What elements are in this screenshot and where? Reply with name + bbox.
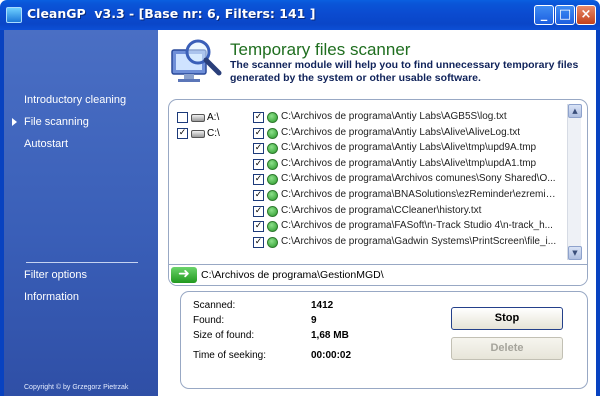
file-path: C:\Archivos de programa\Antiy Labs\Alive… — [281, 157, 537, 169]
file-checkbox[interactable]: ✓ — [253, 189, 264, 201]
sidebar-separator — [26, 262, 138, 263]
drive-list: A:\ ✓ C:\ — [177, 110, 249, 142]
sidebar-item-filter-options[interactable]: Filter options — [24, 269, 87, 281]
file-row[interactable]: ✓ C:\Archivos de programa\FASoft\n-Track … — [253, 219, 559, 235]
file-row[interactable]: ✓ C:\Archivos de programa\Antiy Labs\Aliv… — [253, 157, 559, 173]
file-checkbox[interactable]: ✓ — [253, 174, 264, 186]
file-row[interactable]: ✓ C:\Archivos de programa\Antiy Labs\Aliv… — [253, 141, 559, 157]
found-label: Found: — [193, 315, 225, 326]
active-arrow-icon — [12, 118, 17, 126]
file-path: C:\Archivos de programa\CCleaner\history… — [281, 204, 482, 216]
file-path: C:\Archivos de programa\Antiy Labs\AGB5S… — [281, 111, 507, 122]
file-path: C:\Archivos de programa\FASoft\n-Track S… — [281, 220, 553, 232]
size-value: 1,68 MB — [311, 330, 349, 341]
time-label: Time of seeking: — [193, 350, 266, 361]
maximize-button[interactable]: □ — [555, 5, 575, 25]
scanned-value: 1412 — [311, 300, 334, 311]
window-frame-right — [596, 30, 600, 396]
file-list: ✓ C:\Archivos de programa\Antiy Labs\AGB5… — [253, 110, 559, 250]
hard-drive-icon — [191, 130, 205, 138]
close-button[interactable]: × — [576, 5, 596, 25]
sidebar-item-introductory-cleaning[interactable]: Introductory cleaning — [24, 94, 126, 106]
main-content: Temporary files scanner The scanner modu… — [158, 30, 596, 396]
check-status-icon — [267, 174, 278, 186]
check-status-icon — [267, 158, 278, 170]
copyright-text: Copyright © by Grzegorz Pietrzak — [24, 384, 129, 391]
file-row[interactable]: ✓ C:\Archivos de programa\CCleaner\histor… — [253, 204, 559, 220]
file-path: C:\Archivos de programa\Gadwin Systems\P… — [281, 235, 557, 247]
check-status-icon — [267, 221, 278, 233]
file-row[interactable]: ✓ C:\Archivos de programa\Antiy Labs\AGB5… — [253, 110, 559, 126]
magnifier-monitor-icon — [171, 39, 222, 82]
file-checkbox[interactable]: ✓ — [253, 158, 264, 170]
drive-label: C:\ — [207, 128, 220, 139]
arrow-right-icon: ➜ — [171, 267, 197, 283]
drive-c-checkbox[interactable]: ✓ — [177, 128, 188, 139]
sidebar-item-file-scanning[interactable]: File scanning — [24, 116, 89, 128]
page-title: Temporary files scanner — [230, 40, 411, 59]
stats-panel: Scanned: 1412 Found: 9 Size of found: 1,… — [180, 291, 588, 389]
scroll-down-icon[interactable]: ▼ — [568, 246, 582, 260]
check-status-icon — [267, 205, 278, 217]
delete-button[interactable]: Delete — [451, 337, 563, 360]
file-path: C:\Archivos de programa\BNASolutions\ezR… — [281, 188, 559, 200]
file-path: C:\Archivos de programa\Antiy Labs\Alive… — [281, 142, 537, 154]
file-checkbox[interactable]: ✓ — [253, 112, 264, 123]
file-checkbox[interactable]: ✓ — [253, 221, 264, 233]
file-checkbox[interactable]: ✓ — [253, 236, 264, 248]
file-path: C:\Archivos de programa\Archivos comunes… — [281, 173, 556, 185]
stop-button[interactable]: Stop — [451, 307, 563, 330]
size-label: Size of found: — [193, 330, 255, 341]
check-status-icon — [267, 127, 278, 139]
file-list-scrollbar[interactable]: ▲ ▼ — [567, 104, 582, 260]
app-icon — [6, 7, 22, 23]
drive-label: A:\ — [207, 112, 220, 123]
sidebar: Introductory cleaning File scanning Auto… — [4, 30, 158, 396]
file-row[interactable]: ✓ C:\Archivos de programa\Archivos comune… — [253, 172, 559, 188]
file-row[interactable]: ✓ C:\Archivos de programa\BNASolutions\ez… — [253, 188, 559, 204]
check-status-icon — [267, 236, 278, 248]
current-path-bar: ➜ C:\Archivos de programa\GestionMGD\ — [169, 264, 587, 285]
files-panel: A:\ ✓ C:\ ✓ C:\Archivos de programa\Antiy… — [168, 99, 588, 286]
drive-item-c[interactable]: ✓ C:\ — [177, 126, 249, 142]
check-status-icon — [267, 112, 278, 123]
title-bar: CleanGP v3.3 - [Base nr: 6, Filters: 141… — [0, 0, 600, 30]
sidebar-item-autostart[interactable]: Autostart — [24, 138, 68, 150]
check-status-icon — [267, 143, 278, 155]
drive-item-a[interactable]: A:\ — [177, 110, 249, 126]
floppy-drive-icon — [191, 114, 205, 122]
time-value: 00:00:02 — [311, 350, 352, 361]
file-row[interactable]: ✓ C:\Archivos de programa\Antiy Labs\Aliv… — [253, 126, 559, 142]
scanned-label: Scanned: — [193, 300, 236, 311]
sidebar-item-information[interactable]: Information — [24, 291, 79, 303]
file-checkbox[interactable]: ✓ — [253, 143, 264, 155]
window-title: CleanGP v3.3 - [Base nr: 6, Filters: 141… — [27, 6, 316, 21]
file-row[interactable]: ✓ C:\Archivos de programa\Gadwin Systems\… — [253, 235, 559, 251]
file-path: C:\Archivos de programa\Antiy Labs\Alive… — [281, 126, 520, 138]
page-description: The scanner module will help you to find… — [230, 59, 579, 84]
minimize-button[interactable]: _ — [534, 5, 554, 25]
drive-a-checkbox[interactable] — [177, 112, 188, 123]
file-checkbox[interactable]: ✓ — [253, 205, 264, 217]
scroll-up-icon[interactable]: ▲ — [568, 104, 582, 118]
current-path: C:\Archivos de programa\GestionMGD\ — [201, 269, 384, 281]
found-value: 9 — [311, 315, 317, 326]
check-status-icon — [267, 189, 278, 201]
file-checkbox[interactable]: ✓ — [253, 127, 264, 139]
